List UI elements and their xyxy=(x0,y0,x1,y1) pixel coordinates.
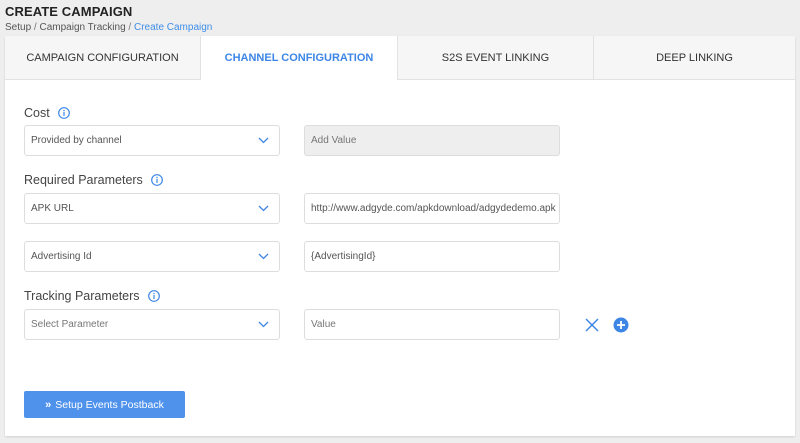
required-parameters-label: Required Parameters xyxy=(24,173,143,187)
required-param-select-advertising-id[interactable]: Advertising Id xyxy=(24,241,280,272)
cost-section-label: Cost xyxy=(24,106,70,120)
tab-deep-linking[interactable]: DEEP LINKING xyxy=(594,36,795,80)
breadcrumb-separator: / xyxy=(125,22,134,33)
tracking-param-value-input[interactable]: Value xyxy=(304,309,560,340)
tab-s2s-event-linking[interactable]: S2S EVENT LINKING xyxy=(398,36,594,80)
campaign-card: CAMPAIGN CONFIGURATION CHANNEL CONFIGURA… xyxy=(5,36,795,436)
tab-campaign-configuration[interactable]: CAMPAIGN CONFIGURATION xyxy=(5,36,201,80)
close-icon[interactable] xyxy=(584,317,600,333)
breadcrumb-item-setup[interactable]: Setup xyxy=(5,22,31,33)
required-param-input-value: {AdvertisingId} xyxy=(311,251,376,262)
cost-label: Cost xyxy=(24,106,50,120)
cost-value-input[interactable]: Add Value xyxy=(304,125,560,156)
chevron-down-icon xyxy=(258,253,269,260)
chevron-down-icon xyxy=(258,137,269,144)
setup-events-postback-button[interactable]: » Setup Events Postback xyxy=(24,391,185,418)
cost-select-value: Provided by channel xyxy=(31,135,122,146)
cost-select[interactable]: Provided by channel xyxy=(24,125,280,156)
required-param-input-apk-url[interactable]: http://www.adgyde.com/apkdownload/adgyde… xyxy=(304,193,560,224)
tracking-parameters-label: Tracking Parameters xyxy=(24,289,140,303)
page-title: CREATE CAMPAIGN xyxy=(5,4,133,19)
tracking-param-select[interactable]: Select Parameter xyxy=(24,309,280,340)
cost-value-placeholder: Add Value xyxy=(311,135,357,146)
double-chevron-right-icon: » xyxy=(45,398,52,411)
setup-events-postback-label: Setup Events Postback xyxy=(55,398,164,411)
tracking-parameters-section-label: Tracking Parameters xyxy=(24,289,160,303)
required-param-select-apk-url[interactable]: APK URL xyxy=(24,193,280,224)
info-icon[interactable] xyxy=(150,174,163,186)
chevron-down-icon xyxy=(258,321,269,328)
breadcrumb-item-campaign-tracking[interactable]: Campaign Tracking xyxy=(39,22,125,33)
breadcrumb: Setup / Campaign Tracking / Create Campa… xyxy=(5,22,212,33)
required-parameters-section-label: Required Parameters xyxy=(24,173,163,187)
required-param-select-value: APK URL xyxy=(31,203,74,214)
plus-circle-icon[interactable] xyxy=(613,317,629,333)
required-param-input-value: http://www.adgyde.com/apkdownload/adgyde… xyxy=(311,203,556,214)
tracking-param-select-placeholder: Select Parameter xyxy=(31,319,109,330)
tab-bar: CAMPAIGN CONFIGURATION CHANNEL CONFIGURA… xyxy=(5,36,795,80)
required-param-input-advertising-id[interactable]: {AdvertisingId} xyxy=(304,241,560,272)
info-icon[interactable] xyxy=(147,290,160,302)
breadcrumb-item-create-campaign: Create Campaign xyxy=(133,22,213,33)
page-header: CREATE CAMPAIGN Setup / Campaign Trackin… xyxy=(5,4,212,33)
required-param-select-value: Advertising Id xyxy=(31,251,92,262)
chevron-down-icon xyxy=(258,205,269,212)
tab-channel-configuration[interactable]: CHANNEL CONFIGURATION xyxy=(201,36,398,80)
tracking-param-value-placeholder: Value xyxy=(311,319,336,330)
info-icon[interactable] xyxy=(57,107,70,119)
